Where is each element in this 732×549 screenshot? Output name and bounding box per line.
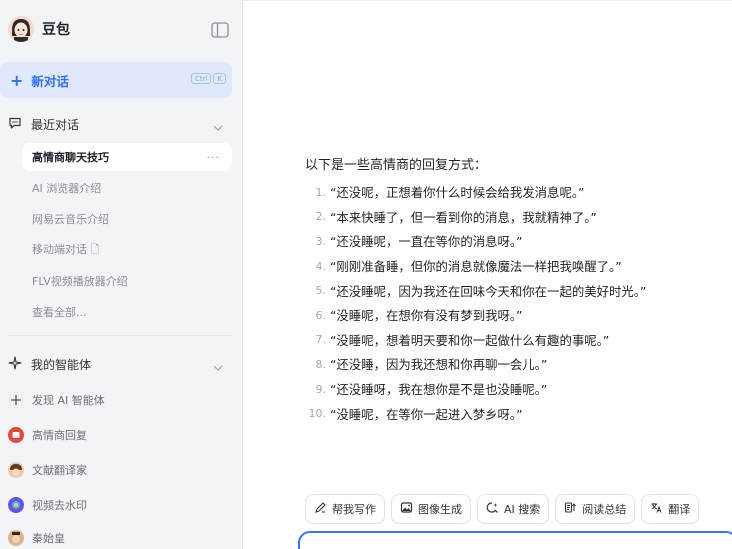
agent-item[interactable]: 秦始皇: [8, 527, 65, 549]
agents-section-title: 我的智能体: [31, 358, 92, 372]
shortcut-key: K: [213, 73, 226, 84]
list-item: 3. “还没睡呢，一直在等你的消息呀。”: [315, 234, 523, 250]
agent-label: 文献翻译家: [32, 464, 87, 477]
more-options-icon[interactable]: ···: [207, 151, 221, 164]
chat-input[interactable]: [298, 531, 732, 549]
new-chat-label: 新对话: [31, 73, 69, 89]
chevron-down-icon[interactable]: [212, 357, 224, 376]
translate-button[interactable]: 翻译: [641, 494, 700, 524]
recent-item-label: 移动端对话 🗋: [32, 242, 100, 256]
ai-search-button[interactable]: AI 搜索: [477, 494, 550, 524]
plus-icon: +: [10, 70, 24, 90]
recent-section-header[interactable]: 最近对话: [8, 115, 224, 134]
list-item: 10. “没睡呢，在等你一起进入梦乡呀。”: [308, 406, 523, 422]
image-icon: [400, 501, 418, 517]
list-item: 7. “没睡呢，想着明天要和你一起做什么有趣的事呢。”: [315, 332, 610, 348]
brand-name: 豆包: [42, 22, 70, 38]
list-item: 9. “还没睡呀，我在想你是不是也没睡呢。”: [315, 382, 548, 398]
agent-label: 高情商回复: [32, 429, 87, 442]
sidebar-divider: [8, 335, 232, 336]
list-item: 5. “还没睡呢，因为我还在回味今天和你在一起的美好时光。”: [315, 283, 647, 299]
recent-item-label: 高情商聊天技巧: [32, 151, 109, 164]
agent-emperor-icon: [8, 530, 24, 546]
list-item: 4. “刚刚准备睡，但你的消息就像魔法一样把我唤醒了。”: [315, 259, 622, 275]
write-assist-button[interactable]: 帮我写作: [305, 494, 385, 524]
agent-avatar-icon: [8, 462, 24, 478]
sparkle-icon: [8, 355, 22, 374]
chat-bubble-icon: [8, 115, 22, 134]
list-item: 2. “本来快睡了，但一看到你的消息，我就精神了。”: [315, 209, 597, 225]
agent-item[interactable]: 高情商回复: [8, 424, 87, 446]
agent-red-icon: [8, 427, 24, 443]
message-list: 1. “还没呢，正想着你什么时候会给我发消息呢。” 2. “本来快睡了，但一看到你的…: [300, 180, 647, 426]
recent-item-label: 网易云音乐介绍: [32, 213, 109, 226]
tool-bar: 帮我写作 图像生成 AI 搜索 阅读总结 翻译: [305, 494, 700, 524]
pen-icon: [314, 501, 332, 517]
agent-label: 秦始皇: [32, 532, 65, 545]
agents-section-header[interactable]: 我的智能体: [8, 355, 224, 374]
tool-label: 帮我写作: [332, 503, 376, 516]
image-generate-button[interactable]: 图像生成: [391, 494, 471, 524]
message-intro: 以下是一些高情商的回复方式：: [305, 158, 488, 173]
collapse-sidebar-icon[interactable]: [211, 22, 229, 38]
read-icon: [564, 501, 582, 517]
list-item: 6. “没睡呢，在想你有没有梦到我呀。”: [315, 308, 523, 324]
recent-item[interactable]: 移动端对话 🗋: [22, 236, 232, 264]
view-all-label: 查看全部...: [32, 306, 87, 319]
brand[interactable]: 豆包: [8, 16, 70, 42]
avatar: [8, 16, 34, 42]
recent-item-label: AI 浏览器介绍: [32, 182, 102, 195]
recent-item-label: FLV视频播放器介绍: [32, 275, 128, 288]
main-top-border: [243, 0, 732, 1]
list-item: 1. “还没呢，正想着你什么时候会给我发消息呢。”: [315, 185, 585, 201]
new-chat-button[interactable]: + 新对话 Ctrl K: [0, 62, 232, 98]
plus-icon: [8, 392, 24, 408]
tool-label: 图像生成: [418, 503, 462, 516]
tool-label: 翻译: [668, 503, 691, 516]
agent-purple-icon: [8, 497, 24, 513]
recent-item[interactable]: FLV视频播放器介绍: [22, 267, 232, 295]
tool-label: 阅读总结: [582, 503, 627, 516]
agent-label: 视频去水印: [32, 499, 87, 512]
tool-label: AI 搜索: [504, 503, 541, 516]
discover-agents-button[interactable]: 发现 AI 智能体: [8, 389, 105, 411]
view-all-link[interactable]: 查看全部...: [22, 298, 232, 326]
agent-item[interactable]: 视频去水印: [8, 494, 87, 516]
sidebar: 豆包 + 新对话 Ctrl K 最近对话 高情商聊天技巧 ··· AI 浏览器介…: [0, 0, 243, 549]
agent-item[interactable]: 文献翻译家: [8, 459, 87, 481]
recent-section-title: 最近对话: [31, 118, 80, 132]
translate-icon: [650, 501, 668, 517]
chevron-down-icon[interactable]: [212, 117, 224, 136]
shortcut-hint: Ctrl K: [190, 73, 226, 84]
search-icon: [486, 501, 504, 517]
agent-label: 发现 AI 智能体: [32, 394, 105, 407]
recent-item-active[interactable]: 高情商聊天技巧 ···: [22, 143, 232, 171]
list-item: 8. “还没睡，因为我还想和你再聊一会儿。”: [315, 357, 548, 373]
read-summary-button[interactable]: 阅读总结: [555, 494, 636, 524]
recent-item[interactable]: 网易云音乐介绍: [22, 205, 232, 233]
recent-item[interactable]: AI 浏览器介绍: [22, 174, 232, 202]
shortcut-key: Ctrl: [190, 73, 212, 84]
